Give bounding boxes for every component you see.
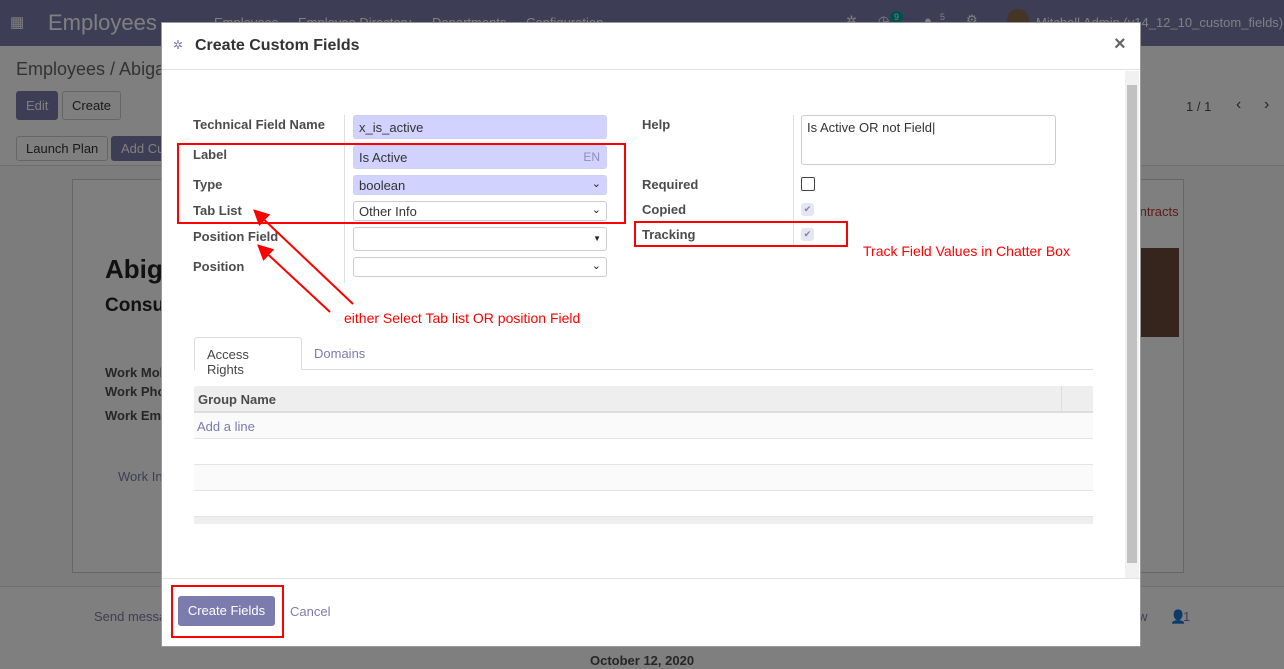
tab-or-position-note: either Select Tab list OR position Field [344, 310, 581, 326]
arrow-to-position-field [257, 244, 331, 313]
annotation-arrows [253, 209, 354, 313]
tracking-note: Track Field Values in Chatter Box [863, 243, 1070, 259]
